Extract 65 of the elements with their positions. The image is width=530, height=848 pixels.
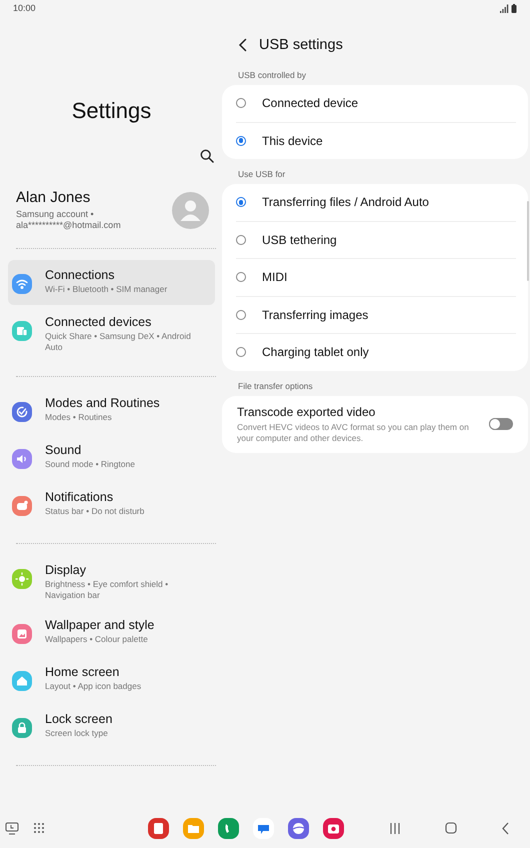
menu-item-title: Connected devices	[45, 315, 152, 329]
menu-item-title: Sound	[45, 443, 82, 458]
menu-item-subtitle: Sound mode • Ringtone	[45, 459, 135, 470]
menu-item-title: Home screen	[45, 665, 120, 680]
menu-item-title: Notifications	[45, 490, 114, 504]
radio-option[interactable]: Charging tablet only	[236, 333, 516, 370]
signal-battery-icon	[500, 4, 518, 12]
status-time: 10:00	[13, 3, 36, 13]
section-heading: File transfer options	[237, 380, 314, 393]
phone-app-icon[interactable]	[218, 818, 239, 838]
menu-item-title: Connections	[45, 268, 116, 282]
radio-option[interactable]: Transferring files / Android Auto	[236, 184, 516, 220]
settings-menu-item[interactable]: Connected devices Quick Share • Samsung DeX • Android Auto	[8, 307, 215, 360]
settings-menu-item[interactable]: Display Brightness • Eye comfort shield • Navigation bar	[8, 555, 215, 608]
section-heading: USB controlled by	[237, 69, 308, 82]
settings-menu-item[interactable]: Sound Sound mode • Ringtone	[8, 435, 215, 480]
back-icon[interactable]	[238, 38, 248, 52]
radio-button[interactable]	[236, 197, 246, 208]
radio-option[interactable]: USB tethering	[236, 220, 516, 258]
radio-button[interactable]	[236, 347, 246, 358]
menu-item-subtitle: Modes • Routines	[45, 412, 113, 424]
section-heading: Use USB for	[237, 168, 286, 181]
settings-menu-item[interactable]: Home screen Layout • App icon badges	[8, 657, 215, 702]
screen-clock-icon[interactable]	[5, 822, 19, 834]
radio-button[interactable]	[236, 272, 246, 282]
back-nav-icon[interactable]	[501, 822, 510, 834]
settings-menu-item[interactable]: Notifications Status bar • Do not disturb	[8, 482, 215, 528]
account-name[interactable]: Alan Jones	[16, 189, 141, 206]
menu-item-subtitle: Screen lock type	[45, 728, 109, 740]
setting-description: Convert HEVC videos to AVC format so you can play them on your computer and other devices.	[237, 422, 470, 444]
menu-item-title: Wallpaper and style	[45, 618, 154, 632]
notes-app-icon[interactable]	[148, 818, 169, 838]
app-grid-icon[interactable]	[33, 822, 45, 834]
menu-item-subtitle: Quick Share • Samsung DeX • Android Auto	[45, 331, 192, 354]
settings-title: Settings	[70, 97, 152, 125]
menu-item-subtitle: Status bar • Do not disturb	[45, 506, 144, 518]
home-icon[interactable]	[445, 822, 457, 834]
settings-menu-item[interactable]: Lock screen Screen lock type	[8, 704, 215, 750]
radio-button[interactable]	[236, 310, 246, 320]
setting-title: Transcode exported video	[237, 404, 376, 418]
radio-option[interactable]: Connected device	[236, 85, 516, 122]
radio-option[interactable]: This device	[236, 122, 516, 159]
menu-item-subtitle: Brightness • Eye comfort shield • Navigation bar	[45, 579, 170, 602]
toggle-switch[interactable]	[489, 418, 513, 430]
radio-option[interactable]: Transferring images	[236, 296, 516, 333]
settings-menu-item[interactable]: Modes and Routines Modes • Routines	[8, 388, 215, 434]
settings-menu-item[interactable]: Wallpaper and style Wallpapers • Colour palette	[8, 610, 215, 656]
radio-button[interactable]	[236, 234, 246, 245]
menu-item-title: Modes and Routines	[45, 396, 160, 410]
recents-icon[interactable]	[389, 822, 401, 834]
search-icon[interactable]	[200, 149, 214, 163]
menu-item-subtitle: Layout • App icon badges	[45, 681, 142, 692]
camera-app-icon[interactable]	[323, 818, 344, 838]
radio-option[interactable]: MIDI	[236, 258, 516, 296]
page-title: USB settings	[259, 37, 343, 53]
settings-menu-item[interactable]: Connections Wi-Fi • Bluetooth • SIM manager	[8, 260, 215, 305]
menu-item-subtitle: Wi-Fi • Bluetooth • SIM manager	[45, 284, 168, 296]
radio-button[interactable]	[236, 98, 246, 108]
radio-button[interactable]	[236, 136, 246, 146]
browser-app-icon[interactable]	[288, 818, 309, 838]
menu-item-title: Display	[45, 563, 87, 578]
menu-item-title: Lock screen	[45, 712, 112, 726]
menu-item-subtitle: Wallpapers • Colour palette	[45, 634, 149, 646]
account-detail: Samsung account • ala**********@hotmail.com	[16, 209, 122, 231]
chat-app-icon[interactable]	[253, 818, 274, 838]
